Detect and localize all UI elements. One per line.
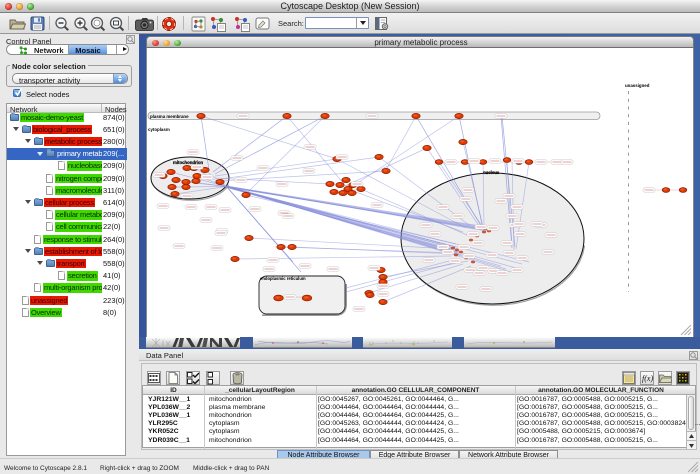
svg-text:f(x): f(x) xyxy=(642,374,653,383)
svg-text:unassigned: unassigned xyxy=(625,83,650,88)
svg-text:mitochondrion: mitochondrion xyxy=(173,160,203,165)
svg-text:cytoplasm: cytoplasm xyxy=(148,127,170,132)
svg-text:nucleus: nucleus xyxy=(483,170,500,175)
svg-text:endoplasmic reticulum: endoplasmic reticulum xyxy=(260,276,306,281)
svg-text:plasma membrane: plasma membrane xyxy=(150,114,189,119)
